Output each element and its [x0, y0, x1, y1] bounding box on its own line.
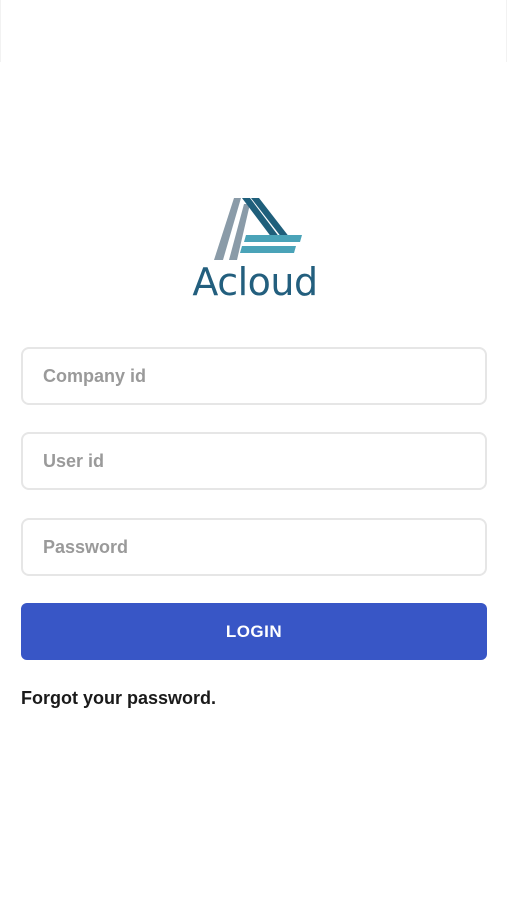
brand-name: Acloud	[192, 260, 318, 304]
acloud-logo: Acloud	[190, 196, 320, 306]
user-id-input[interactable]	[21, 432, 487, 490]
forgot-password-link[interactable]: Forgot your password.	[21, 687, 216, 709]
password-input[interactable]	[21, 518, 487, 576]
acloud-logo-mark-icon	[214, 198, 302, 260]
status-bar-area	[0, 0, 507, 62]
login-button[interactable]: LOGIN	[21, 603, 487, 660]
company-id-input[interactable]	[21, 347, 487, 405]
